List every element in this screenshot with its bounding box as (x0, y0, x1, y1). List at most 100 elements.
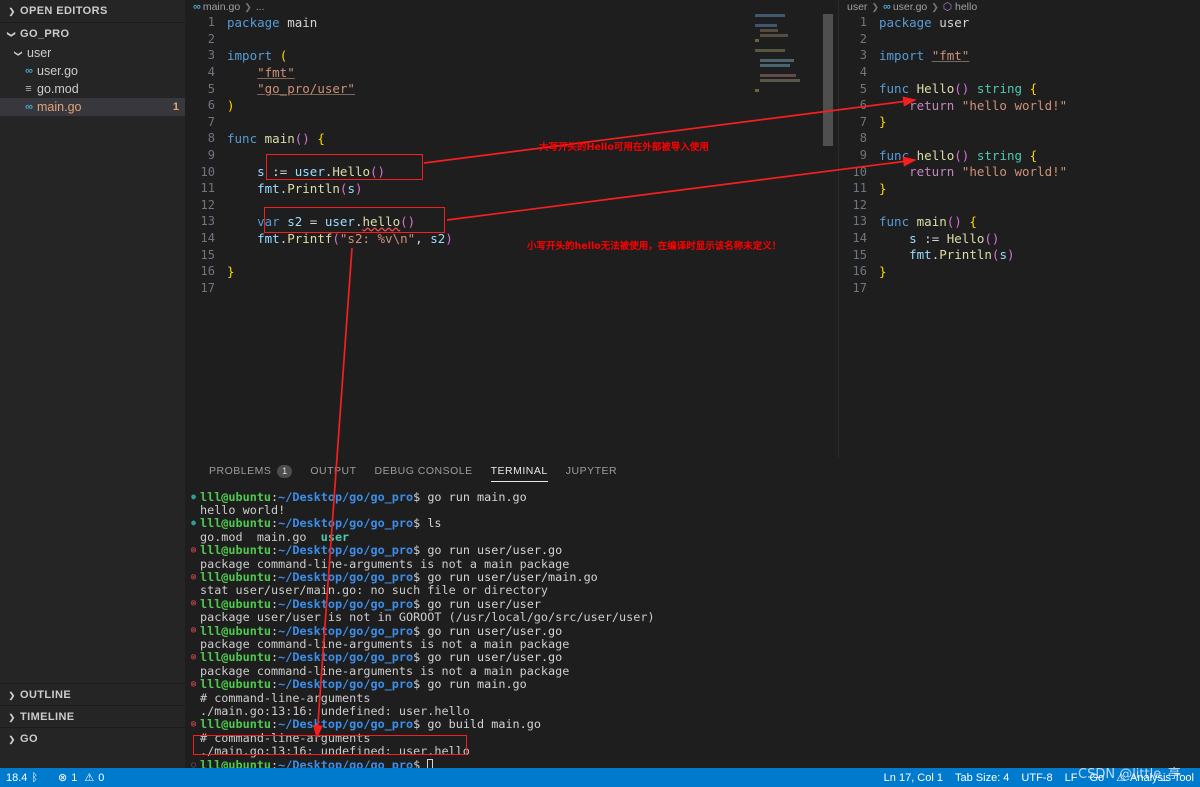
terminal-line: lll@ubuntu:~/Desktop/go/go_pro$ go run u… (185, 624, 1200, 638)
terminal-line: package command-line-arguments is not a … (185, 557, 1200, 571)
tree-item-user-go[interactable]: ∞ user.go (0, 62, 185, 80)
code-line[interactable]: 4 "fmt" (185, 64, 835, 81)
code-line[interactable]: 12 (839, 197, 1200, 214)
code-content-right[interactable]: 1 package user 2 3 import "fmt" 4 5 func Hello(… (839, 14, 1200, 296)
panel-tab-debug-console[interactable]: DEBUG CONSOLE (366, 458, 482, 484)
tree-item-go-mod[interactable]: ≡ go.mod (0, 80, 185, 98)
line-number: 8 (859, 131, 867, 146)
panel-tab-jupyter[interactable]: JUPYTER (557, 458, 626, 484)
terminal-path: ~/Desktop/go/go_pro (278, 596, 414, 611)
code-line[interactable]: 13 func main() { (839, 213, 1200, 230)
terminal-output-text: # command-line-arguments (200, 690, 371, 705)
code-line[interactable]: 16} (185, 263, 835, 280)
chevron-right-icon (4, 734, 20, 744)
status-problems[interactable]: ⊗ 1 ⚠ 0 (52, 768, 110, 787)
line-number: 3 (859, 48, 867, 63)
breadcrumb-separator-icon: ❯ (244, 1, 252, 12)
section-label: GO (20, 732, 38, 745)
panel-tab-problems[interactable]: PROBLEMS 1 (200, 458, 301, 484)
code-line[interactable]: 3 import ( (185, 47, 835, 64)
sidebar-section-timeline[interactable]: TIMELINE (0, 705, 185, 727)
code-line[interactable]: 7 (185, 114, 835, 131)
panel-tab-terminal[interactable]: TERMINAL (482, 458, 557, 484)
line-number: 10 (852, 164, 867, 179)
breadcrumb-item[interactable]: user (847, 1, 867, 13)
code-line[interactable]: 6) (185, 97, 835, 114)
code-line[interactable]: 17 (839, 280, 1200, 297)
code-line[interactable]: 2 (839, 31, 1200, 48)
code-line[interactable]: 1 package main (185, 14, 835, 31)
line-number: 12 (200, 197, 215, 212)
terminal-path: ~/Desktop/go/go_pro (278, 516, 414, 531)
sidebar-section-project[interactable]: GO_PRO (0, 22, 185, 44)
status-encoding[interactable]: UTF-8 (1015, 768, 1058, 787)
code-line[interactable]: 1 package user (839, 14, 1200, 31)
code-line[interactable]: 5 "go_pro/user" (185, 80, 835, 97)
code-line[interactable]: 6 return "hello world!" (839, 97, 1200, 114)
section-label: OUTLINE (20, 688, 72, 701)
tree-item-main-go[interactable]: ∞ main.go 1 (0, 98, 185, 116)
annotation-box-terminal-error (193, 735, 467, 755)
code-line[interactable]: 9 func hello() string { (839, 147, 1200, 164)
code-line[interactable]: 14 s := Hello() (839, 230, 1200, 247)
status-bar: 18.4 ᛒ ⊗ 1 ⚠ 0 Ln 17, Col 1 Tab Size: 4 … (0, 768, 1200, 787)
code-line[interactable]: 2 (185, 31, 835, 48)
panel-tab-count: 1 (277, 464, 293, 478)
terminal-output[interactable]: lll@ubuntu:~/Desktop/go/go_pro$ go run m… (185, 484, 1200, 772)
code-text: s := Hello() (909, 230, 1000, 246)
sidebar-section-outline[interactable]: OUTLINE (0, 683, 185, 705)
code-line[interactable]: 4 (839, 64, 1200, 81)
code-line[interactable]: 11 fmt.Println(s) (185, 180, 835, 197)
terminal-command: go run main.go (427, 677, 527, 692)
code-text: import ( (227, 47, 288, 63)
tree-item-user[interactable]: ❯ user (0, 44, 185, 62)
line-number: 1 (207, 15, 215, 30)
line-number: 14 (200, 231, 215, 246)
tree-item-label: user.go (37, 64, 79, 78)
sidebar-section-open-editors[interactable]: OPEN EDITORS (0, 0, 185, 22)
terminal-user: lll@ubuntu (200, 543, 272, 558)
line-number: 5 (859, 81, 867, 96)
minimap-left[interactable] (755, 14, 817, 134)
tree-item-label: main.go (37, 100, 82, 114)
code-line[interactable]: 16} (839, 263, 1200, 280)
code-line[interactable]: 3 import "fmt" (839, 47, 1200, 64)
breadcrumb-left[interactable]: ∞ main.go ❯ ... (185, 0, 835, 14)
line-number: 2 (859, 31, 867, 46)
editor-scrollbar-left[interactable] (823, 14, 835, 458)
breadcrumb-item[interactable]: main.go (203, 1, 240, 13)
code-line[interactable]: 15 fmt.Println(s) (839, 246, 1200, 263)
code-line[interactable]: 8 (839, 130, 1200, 147)
terminal-colon: : (271, 677, 279, 692)
terminal-dollar: $ (413, 677, 428, 692)
code-line[interactable]: 10 return "hello world!" (839, 163, 1200, 180)
status-tab-size[interactable]: Tab Size: 4 (949, 768, 1015, 787)
code-line[interactable]: 8 func main() { (185, 130, 835, 147)
go-file-icon: ∞ (25, 101, 33, 113)
code-line[interactable]: 5 func Hello() string { (839, 80, 1200, 97)
breadcrumb-right[interactable]: user ❯ ∞ user.go ❯ ⬡ hello (839, 0, 1200, 14)
breadcrumb-item[interactable]: user.go (893, 1, 927, 13)
terminal-line: lll@ubuntu:~/Desktop/go/go_pro$ go run u… (185, 570, 1200, 585)
terminal-dollar: $ (413, 570, 428, 585)
terminal-line: lll@ubuntu:~/Desktop/go/go_pro$ go run u… (185, 650, 1200, 664)
editor-user-go[interactable]: user ❯ ∞ user.go ❯ ⬡ hello 1 package user… (838, 0, 1200, 458)
command-status-icon (187, 679, 200, 690)
status-remote-version[interactable]: 18.4 ᛒ (0, 768, 44, 787)
symbol-function-icon: ⬡ (942, 1, 952, 13)
code-line[interactable]: 7} (839, 114, 1200, 131)
breadcrumb-item[interactable]: hello (955, 1, 977, 13)
sidebar-section-go[interactable]: GO (0, 727, 185, 749)
panel-tabs: PROBLEMS 1 OUTPUT DEBUG CONSOLE TERMINAL JUPY… (185, 458, 1200, 484)
code-line[interactable]: 17 (185, 280, 835, 297)
terminal-line: stat user/user/main.go: no such file or … (185, 583, 1200, 597)
terminal-line: ./main.go:13:16: undefined: user.hello (185, 704, 1200, 718)
panel-tab-output[interactable]: OUTPUT (301, 458, 365, 484)
status-cursor-position[interactable]: Ln 17, Col 1 (878, 768, 949, 787)
line-number: 16 (852, 264, 867, 279)
code-text: func Hello() string { (879, 81, 1038, 97)
breadcrumb-item[interactable]: ... (256, 1, 265, 13)
terminal-dollar: $ (413, 516, 428, 531)
code-line[interactable]: 11} (839, 180, 1200, 197)
code-text: package user (879, 14, 970, 30)
